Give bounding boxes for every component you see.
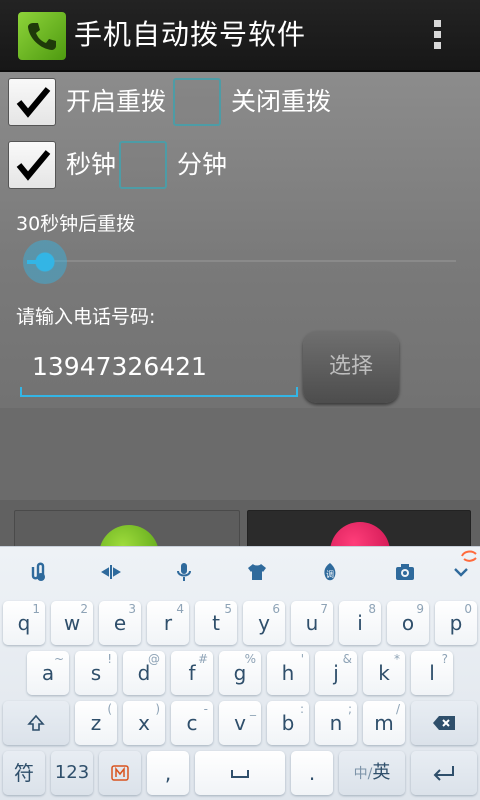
- seconds-label: 秒钟: [66, 150, 117, 179]
- key-b[interactable]: :b: [267, 701, 309, 745]
- cursor-move-icon[interactable]: [94, 561, 128, 595]
- key-l[interactable]: ? l: [411, 651, 453, 695]
- input-method-key[interactable]: [99, 751, 141, 795]
- key-f[interactable]: # f: [171, 651, 213, 695]
- key-p[interactable]: 0p: [435, 601, 477, 645]
- camera-icon[interactable]: [388, 561, 422, 595]
- microphone-icon[interactable]: [167, 561, 201, 595]
- phone-number-label: 请输入电话号码:: [16, 306, 156, 328]
- enter-key[interactable]: [411, 751, 477, 795]
- app-title: 手机自动拨号软件: [74, 18, 307, 51]
- numbers-key[interactable]: 123: [51, 751, 93, 795]
- phone-number-input[interactable]: 13947326421: [20, 345, 298, 397]
- keyboard-toolbar: 调: [0, 547, 480, 599]
- key-q[interactable]: 1q: [3, 601, 45, 645]
- overflow-menu-icon[interactable]: [425, 20, 449, 54]
- key-c[interactable]: -c: [171, 701, 213, 745]
- key-j[interactable]: & j: [315, 651, 357, 695]
- key-g[interactable]: % g: [219, 651, 261, 695]
- key-e[interactable]: 3e: [99, 601, 141, 645]
- redial-on-checkbox[interactable]: [8, 78, 56, 126]
- backspace-key[interactable]: [411, 701, 477, 745]
- shirt-icon[interactable]: [240, 561, 274, 595]
- select-contact-button[interactable]: 选择: [303, 331, 399, 403]
- redial-off-label: 关闭重拨: [231, 87, 332, 116]
- symbol-key[interactable]: 符: [3, 751, 45, 795]
- comma-key[interactable]: ,: [147, 751, 189, 795]
- minutes-label: 分钟: [177, 150, 228, 179]
- period-key[interactable]: .: [291, 751, 333, 795]
- key-s[interactable]: ! s: [75, 651, 117, 695]
- delay-slider-track[interactable]: [30, 260, 456, 262]
- key-n[interactable]: ; n: [315, 701, 357, 745]
- key-m[interactable]: / m: [363, 701, 405, 745]
- svg-text:调: 调: [326, 570, 334, 579]
- key-o[interactable]: 9o: [387, 601, 429, 645]
- language-toggle-key[interactable]: 中/英: [339, 751, 405, 795]
- key-x[interactable]: ) x: [123, 701, 165, 745]
- key-h[interactable]: ' h: [267, 651, 309, 695]
- shift-icon: [27, 714, 45, 731]
- key-v[interactable]: _ v: [219, 701, 261, 745]
- key-y[interactable]: 6y: [243, 601, 285, 645]
- key-u[interactable]: 7u: [291, 601, 333, 645]
- chevron-down-icon[interactable]: [444, 561, 478, 595]
- space-icon: [231, 770, 249, 778]
- key-t[interactable]: 5t: [195, 601, 237, 645]
- key-a[interactable]: ~ a: [27, 651, 69, 695]
- redial-on-label: 开启重拨: [66, 87, 167, 116]
- redial-delay-text: 30秒钟后重拨: [16, 213, 136, 235]
- shift-key[interactable]: [3, 701, 69, 745]
- key-i[interactable]: 8i: [339, 601, 381, 645]
- key-w[interactable]: 2w: [51, 601, 93, 645]
- action-bar: 手机自动拨号软件: [0, 0, 480, 72]
- enter-icon: [433, 766, 454, 781]
- minutes-checkbox[interactable]: [119, 141, 167, 189]
- backspace-icon: [433, 716, 455, 730]
- soft-keyboard: 调 1q 2w 3e 4r 5t 6y 7u 8i 9o 0p ~ a ! s @ d…: [0, 546, 480, 800]
- emoji-icon[interactable]: 调: [313, 561, 347, 595]
- phone-app-icon: [18, 12, 66, 60]
- key-d[interactable]: @ d: [123, 651, 165, 695]
- space-key[interactable]: [195, 751, 285, 795]
- paperclip-icon[interactable]: [20, 561, 54, 595]
- key-r[interactable]: 4r: [147, 601, 189, 645]
- seconds-checkbox[interactable]: [8, 141, 56, 189]
- redial-off-checkbox[interactable]: [173, 78, 221, 126]
- input-method-icon: [111, 765, 129, 781]
- key-k[interactable]: * k: [363, 651, 405, 695]
- delay-slider-thumb[interactable]: [23, 240, 67, 284]
- key-z[interactable]: (z: [75, 701, 117, 745]
